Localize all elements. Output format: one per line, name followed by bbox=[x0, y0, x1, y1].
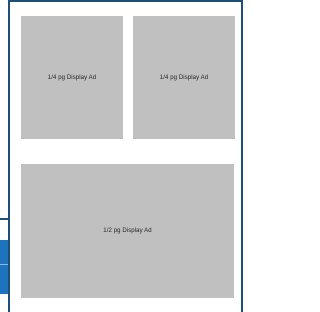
ad-slot-label: 1/4 pg Display Ad bbox=[47, 74, 97, 81]
ad-slot-label: 1/4 pg Display Ad bbox=[159, 74, 209, 81]
ad-slot-label: 1/2 pg Display Ad bbox=[103, 228, 152, 234]
quarter-page-ad-slot-2: 1/4 pg Display Ad bbox=[133, 16, 235, 139]
quarter-page-ad-slot-1: 1/4 pg Display Ad bbox=[21, 16, 123, 139]
half-page-ad-slot: 1/2 pg Display Ad bbox=[21, 164, 234, 298]
left-edge-rule bbox=[0, 218, 9, 220]
left-edge-tab bbox=[0, 240, 8, 294]
ad-layout-page: 1/4 pg Display Ad 1/4 pg Display Ad 1/2 … bbox=[0, 0, 257, 312]
